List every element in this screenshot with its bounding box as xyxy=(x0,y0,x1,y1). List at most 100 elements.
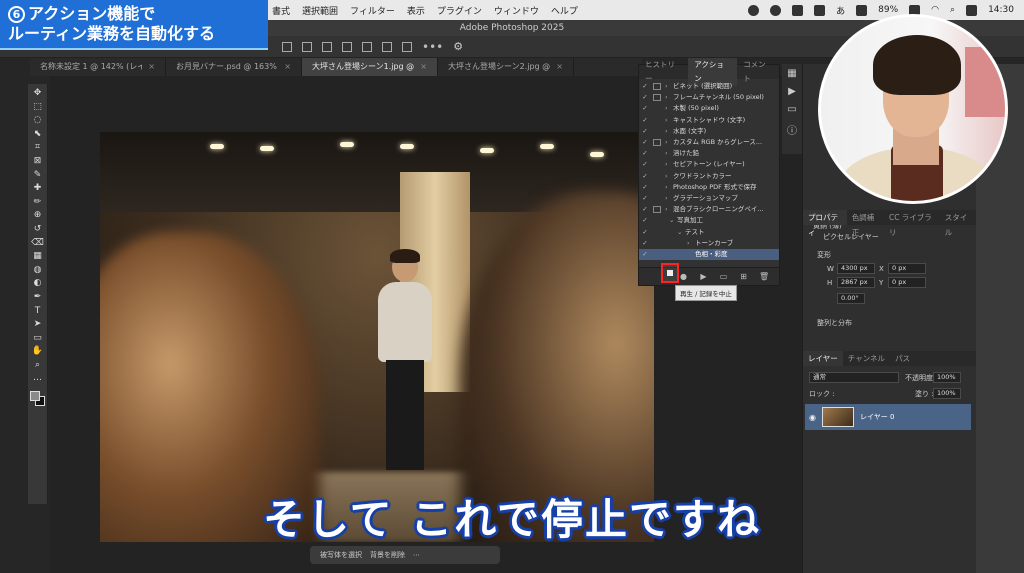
type-icon[interactable]: T xyxy=(31,306,44,316)
crop-icon[interactable]: ⌗ xyxy=(31,142,44,152)
actions-play-icon[interactable]: ▶ xyxy=(788,86,796,97)
document-tab[interactable]: 大坪さん登場シーン2.jpg @ 33.3% ... × xyxy=(438,58,574,76)
align-bottom-icon[interactable] xyxy=(382,41,392,52)
move-icon[interactable]: ✥ xyxy=(31,88,44,98)
action-row[interactable]: ✓ › Photoshop PDF 形式で保存 xyxy=(639,182,779,193)
gradient-icon[interactable]: ▦ xyxy=(31,251,44,261)
zoom-icon[interactable]: ⌕ xyxy=(31,360,44,370)
dialog-toggle-icon[interactable] xyxy=(653,240,661,247)
cloud-icon[interactable] xyxy=(814,4,826,16)
height-field[interactable]: 2867 px xyxy=(837,277,875,288)
menu-item[interactable]: ヘルプ xyxy=(551,4,578,17)
disclosure-arrow-icon[interactable]: › xyxy=(665,171,673,182)
menu-item[interactable]: ウィンドウ xyxy=(494,4,539,17)
dialog-toggle-icon[interactable] xyxy=(653,105,661,112)
checkmark-icon[interactable]: ✓ xyxy=(639,171,651,182)
actions-panel-tab[interactable]: コメント xyxy=(737,58,779,86)
new-action-icon[interactable]: ⊞ xyxy=(739,272,748,281)
control-center-icon[interactable] xyxy=(966,4,978,16)
dialog-toggle-icon[interactable] xyxy=(653,195,661,202)
gear-icon[interactable]: ⚙ xyxy=(453,40,463,53)
disclosure-arrow-icon[interactable]: ⌄ xyxy=(677,227,685,238)
checkmark-icon[interactable]: ✓ xyxy=(639,148,651,159)
ime-indicator[interactable]: あ xyxy=(836,4,845,17)
action-row[interactable]: ✓ › フレームチャンネル (50 pixel) xyxy=(639,92,779,103)
align-left-icon[interactable] xyxy=(282,41,292,52)
checkmark-icon[interactable]: ✓ xyxy=(639,193,651,204)
action-row[interactable]: ✓ › 水面 (文字) xyxy=(639,126,779,137)
checkmark-icon[interactable]: ✓ xyxy=(639,126,651,137)
align-top-icon[interactable] xyxy=(342,41,352,52)
checkmark-icon[interactable]: ✓ xyxy=(639,249,651,260)
dialog-toggle-icon[interactable] xyxy=(653,117,661,124)
color-wheel-icon[interactable] xyxy=(770,4,782,16)
eraser-icon[interactable]: ⌫ xyxy=(31,238,44,248)
shape-icon[interactable]: ▭ xyxy=(31,333,44,343)
new-set-folder-icon[interactable]: ▭ xyxy=(719,272,728,281)
dialog-toggle-icon[interactable] xyxy=(653,229,661,236)
play-icon[interactable]: ▶ xyxy=(699,272,708,281)
layers-tab[interactable]: レイヤー xyxy=(803,351,843,366)
more-icon[interactable]: … xyxy=(31,373,44,383)
disclosure-arrow-icon[interactable]: › xyxy=(665,137,673,148)
marquee-icon[interactable]: ⬚ xyxy=(31,102,44,112)
document-tab[interactable]: 大坪さん登場シーン1.jpg @ 50% (レイヤー 0, RGB/8) * × xyxy=(302,58,438,76)
align-center-icon[interactable] xyxy=(302,41,312,52)
disclosure-arrow-icon[interactable]: › xyxy=(665,103,673,114)
action-row[interactable]: ✓ ⌄ テスト xyxy=(639,226,779,237)
action-row[interactable]: ✓ › トーンカーブ xyxy=(639,238,779,249)
action-row[interactable]: ✓ › セピアトーン (レイヤー) xyxy=(639,159,779,170)
layers-tab[interactable]: パス xyxy=(890,351,915,366)
record-icon[interactable]: ● xyxy=(679,272,688,281)
action-row[interactable]: ✓ › グラデーションマップ xyxy=(639,193,779,204)
close-icon[interactable]: × xyxy=(420,58,427,76)
stamp-icon[interactable]: ⊕ xyxy=(31,210,44,220)
more-options-icon[interactable]: ⋯ xyxy=(413,551,420,559)
pen-icon[interactable]: ✒ xyxy=(31,292,44,302)
disclosure-arrow-icon[interactable]: › xyxy=(665,204,673,215)
opacity-field[interactable]: 100% xyxy=(933,372,961,383)
checkmark-icon[interactable]: ✓ xyxy=(639,238,651,249)
dialog-toggle-icon[interactable] xyxy=(653,83,661,91)
select-subject-button[interactable]: 被写体を選択 xyxy=(320,550,362,560)
width-field[interactable]: 4300 px xyxy=(837,263,875,274)
comment-icon[interactable]: ▭ xyxy=(787,104,796,115)
eyedropper-icon[interactable]: ✎ xyxy=(31,170,44,180)
menu-item[interactable]: フィルター xyxy=(350,4,395,17)
document-tab[interactable]: お月見バナー.psd @ 163% (雲, RGB... × xyxy=(166,58,302,76)
close-icon[interactable]: × xyxy=(148,58,155,76)
checkmark-icon[interactable]: ✓ xyxy=(639,215,651,226)
menu-item[interactable]: プラグイン xyxy=(437,4,482,17)
disclosure-arrow-icon[interactable]: › xyxy=(665,148,673,159)
stop-recording-button[interactable] xyxy=(661,263,679,283)
dialog-toggle-icon[interactable] xyxy=(653,150,661,157)
checkmark-icon[interactable]: ✓ xyxy=(639,137,651,148)
dialog-toggle-icon[interactable] xyxy=(653,139,661,147)
y-field[interactable]: 0 px xyxy=(888,277,926,288)
path-select-icon[interactable]: ➤ xyxy=(31,319,44,329)
checkmark-icon[interactable]: ✓ xyxy=(639,81,651,92)
properties-tab[interactable]: 色調補正 xyxy=(847,210,884,237)
menu-item[interactable]: 書式 xyxy=(272,4,290,17)
dialog-toggle-icon[interactable] xyxy=(653,173,661,180)
color-panel-icon[interactable]: ▦ xyxy=(787,68,796,79)
checkmark-icon[interactable]: ✓ xyxy=(639,204,651,215)
menu-item[interactable]: 表示 xyxy=(407,4,425,17)
fill-field[interactable]: 100% xyxy=(933,388,961,399)
zoom-app-icon[interactable] xyxy=(792,4,804,16)
dialog-toggle-icon[interactable] xyxy=(653,206,661,214)
dialog-toggle-icon[interactable] xyxy=(653,184,661,191)
action-row[interactable]: ✓ › 木製 (50 pixel) xyxy=(639,103,779,114)
properties-tab[interactable]: プロパティ xyxy=(803,210,847,237)
mic-icon[interactable] xyxy=(856,4,868,16)
align-middle-icon[interactable] xyxy=(362,41,372,52)
disclosure-arrow-icon[interactable]: › xyxy=(665,92,673,103)
dialog-toggle-icon[interactable] xyxy=(653,217,661,224)
action-row[interactable]: ✓ ⌄ 写真加工 xyxy=(639,215,779,226)
remove-background-button[interactable]: 背景を削除 xyxy=(370,550,405,560)
dialog-toggle-icon[interactable] xyxy=(653,94,661,102)
color-swatches[interactable] xyxy=(29,391,46,407)
eye-icon[interactable]: ◉ xyxy=(809,413,816,422)
checkmark-icon[interactable]: ✓ xyxy=(639,227,651,238)
disclosure-arrow-icon[interactable]: › xyxy=(665,81,673,92)
